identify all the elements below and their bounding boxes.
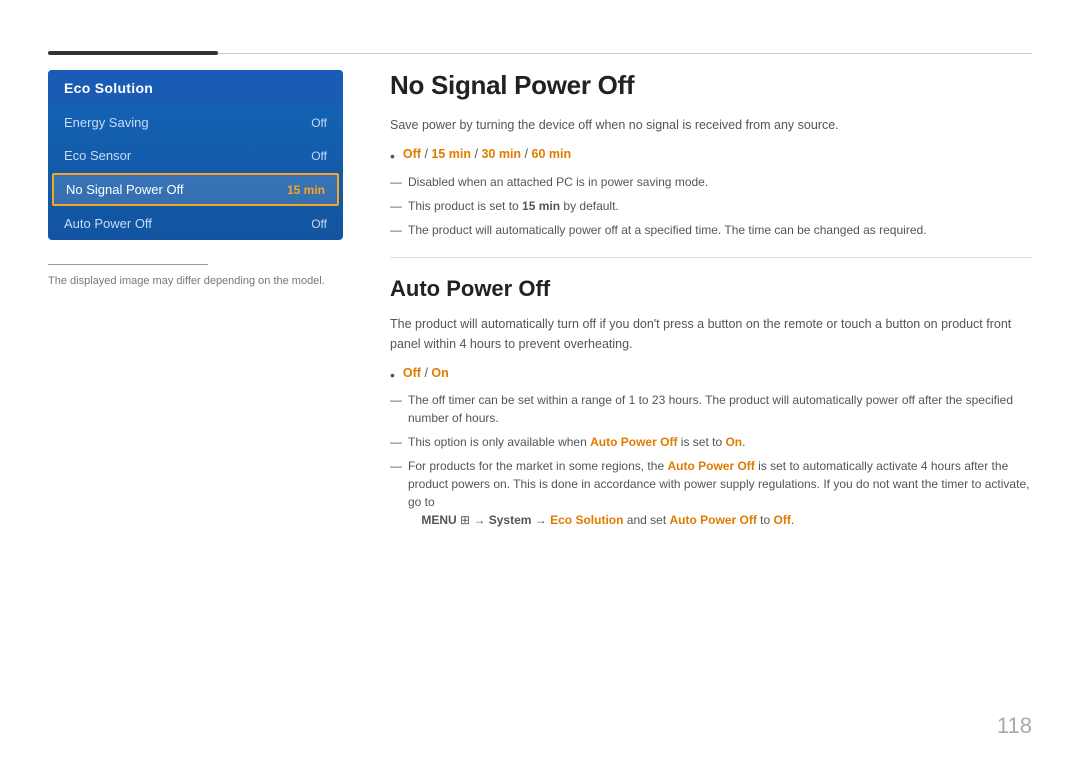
no-signal-bullet-text: Off / 15 min / 30 min / 60 min	[403, 147, 571, 161]
dash-char-1: —	[390, 173, 402, 191]
menu-label-eco-sensor: Eco Sensor	[64, 148, 131, 163]
dash2-ap-mid: is set to	[677, 435, 725, 449]
auto-power-dash3-text: For products for the market in some regi…	[408, 457, 1032, 529]
bullet-dot-1: •	[390, 147, 395, 167]
auto-power-dash2-text: This option is only available when Auto …	[408, 433, 745, 451]
dash2-ap-prefix: This option is only available when	[408, 435, 590, 449]
auto-power-dash1-text: The off timer can be set within a range …	[408, 391, 1032, 427]
menu-icon: ⊞	[460, 513, 470, 527]
menu-value-energy-saving: Off	[311, 116, 327, 130]
menu-item-auto-power[interactable]: Auto Power Off Off	[48, 207, 343, 240]
no-signal-intro: Save power by turning the device off whe…	[390, 115, 1032, 135]
auto-power-dash1: — The off timer can be set within a rang…	[390, 391, 1032, 427]
dash2-ap-suffix: .	[742, 435, 745, 449]
dash-char-4: —	[390, 391, 402, 409]
no-signal-title: No Signal Power Off	[390, 70, 1032, 101]
system-text: System	[489, 513, 532, 527]
left-divider	[48, 264, 208, 265]
auto-power-title: Auto Power Off	[390, 276, 1032, 302]
left-panel: Eco Solution Energy Saving Off Eco Senso…	[48, 70, 343, 287]
eco-solution-text: Eco Solution	[550, 513, 623, 527]
eco-solution-title: Eco Solution	[48, 70, 343, 106]
menu-item-no-signal[interactable]: No Signal Power Off 15 min	[52, 173, 339, 206]
dash2-prefix: This product is set to	[408, 199, 522, 213]
auto-power-dash3: — For products for the market in some re…	[390, 457, 1032, 529]
top-bar	[48, 52, 1032, 54]
no-signal-dash2: — This product is set to 15 min by defau…	[390, 197, 1032, 215]
eco-solution-box: Eco Solution Energy Saving Off Eco Senso…	[48, 70, 343, 240]
no-signal-dash3-text: The product will automatically power off…	[408, 221, 927, 239]
menu-item-energy-saving[interactable]: Energy Saving Off	[48, 106, 343, 139]
no-signal-dash1: — Disabled when an attached PC is in pow…	[390, 173, 1032, 191]
menu-text: MENU	[421, 513, 460, 527]
menu-value-eco-sensor: Off	[311, 149, 327, 163]
menu-label-auto-power: Auto Power Off	[64, 216, 152, 231]
dash2-suffix: by default.	[560, 199, 619, 213]
auto-power-off: Off	[403, 366, 421, 380]
auto-power-bullet-text: Off / On	[403, 366, 449, 380]
footnote: The displayed image may differ depending…	[48, 275, 343, 287]
menu-label-energy-saving: Energy Saving	[64, 115, 149, 130]
dash-char-5: —	[390, 433, 402, 451]
auto-power-off-text: Auto Power Off	[670, 513, 757, 527]
top-bar-accent	[48, 51, 218, 55]
right-content: No Signal Power Off Save power by turnin…	[390, 70, 1032, 535]
dash2-ap-bold2: On	[725, 435, 742, 449]
auto-power-on: On	[431, 366, 448, 380]
menu-label-no-signal: No Signal Power Off	[66, 182, 184, 197]
dash2-bold: 15 min	[522, 199, 560, 213]
no-signal-sep3: /	[525, 147, 532, 161]
auto-power-intro: The product will automatically turn off …	[390, 314, 1032, 354]
no-signal-dash3: — The product will automatically power o…	[390, 221, 1032, 239]
dash2-ap-bold: Auto Power Off	[590, 435, 677, 449]
no-signal-60min: 60 min	[532, 147, 572, 161]
top-bar-line	[218, 53, 1032, 54]
dash3-ap-prefix: For products for the market in some regi…	[408, 459, 667, 473]
no-signal-bullet: • Off / 15 min / 30 min / 60 min	[390, 147, 1032, 167]
section-divider	[390, 257, 1032, 258]
no-signal-dash2-text: This product is set to 15 min by default…	[408, 197, 619, 215]
page-number: 118	[997, 713, 1032, 739]
menu-item-eco-sensor[interactable]: Eco Sensor Off	[48, 139, 343, 172]
no-signal-30min: 30 min	[481, 147, 521, 161]
off-text: Off	[774, 513, 791, 527]
no-signal-15min: 15 min	[431, 147, 471, 161]
dash-char-2: —	[390, 197, 402, 215]
menu-value-auto-power: Off	[311, 217, 327, 231]
dash-char-6: —	[390, 457, 402, 475]
auto-power-bullet: • Off / On	[390, 366, 1032, 386]
no-signal-off: Off	[403, 147, 421, 161]
bullet-dot-2: •	[390, 366, 395, 386]
dash3-ap-bold: Auto Power Off	[667, 459, 754, 473]
no-signal-dash1-text: Disabled when an attached PC is in power…	[408, 173, 708, 191]
auto-power-dash2: — This option is only available when Aut…	[390, 433, 1032, 451]
dash-char-3: —	[390, 221, 402, 239]
menu-value-no-signal: 15 min	[287, 183, 325, 197]
